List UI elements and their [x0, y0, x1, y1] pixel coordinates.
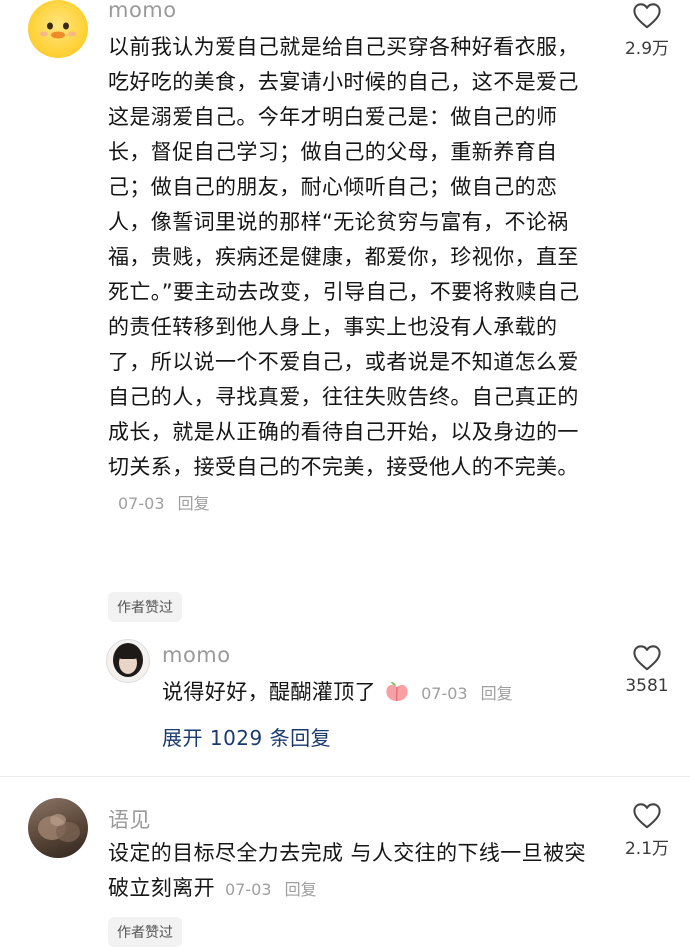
comment-body: 以前我认为爱自己就是给自己买穿各种好看衣服，吃好吃的美食，去宴请小时候的自己，这… — [108, 35, 580, 479]
comment-username[interactable]: 语见 — [108, 804, 151, 834]
comment-text: 以前我认为爱自己就是给自己买穿各种好看衣服，吃好吃的美食，去宴请小时候的自己，这… — [108, 30, 590, 521]
heart-icon — [633, 645, 661, 671]
expand-replies-link[interactable]: 展开 1029 条回复 — [162, 722, 331, 751]
reply-username[interactable]: momo — [162, 643, 231, 667]
reply-like-button[interactable]: 3581 — [602, 644, 690, 696]
author-liked-badge: 作者赞过 — [108, 917, 182, 947]
comment-divider — [0, 776, 690, 777]
avatar[interactable] — [28, 798, 88, 858]
like-count: 2.1万 — [624, 839, 670, 859]
like-button[interactable]: 2.9万 — [602, 2, 690, 59]
like-count: 2.9万 — [624, 39, 670, 59]
comment-text: 设定的目标尽全力去完成 与人交往的下线一旦被突破立刻离开 07-03 回复 — [108, 836, 598, 907]
comment-date: 07-03 — [118, 494, 165, 513]
photo-avatar-icon — [38, 814, 80, 842]
reply-button[interactable]: 回复 — [178, 494, 210, 513]
reply-button[interactable]: 回复 — [285, 880, 317, 899]
reply-like-count: 3581 — [625, 676, 669, 696]
heart-icon — [633, 803, 661, 829]
comment-date: 07-03 — [225, 880, 272, 899]
like-button[interactable]: 2.1万 — [602, 802, 690, 859]
author-liked-badge: 作者赞过 — [108, 592, 182, 622]
peach-emoji-icon — [386, 682, 408, 702]
reply-avatar[interactable] — [106, 639, 150, 683]
comment-username[interactable]: momo — [108, 0, 177, 22]
portrait-avatar-icon — [113, 643, 143, 677]
comment-body: 设定的目标尽全力去完成 与人交往的下线一旦被突破立刻离开 — [108, 841, 586, 900]
heart-icon — [633, 3, 661, 29]
duck-avatar-icon — [40, 22, 76, 39]
avatar[interactable] — [28, 0, 88, 58]
reply-text: 说得好好，醍醐灌顶了 07-03 回复 — [162, 675, 592, 711]
reply-reply-button[interactable]: 回复 — [481, 684, 513, 703]
reply-date: 07-03 — [421, 684, 468, 703]
reply-body: 说得好好，醍醐灌顶了 — [162, 680, 376, 704]
